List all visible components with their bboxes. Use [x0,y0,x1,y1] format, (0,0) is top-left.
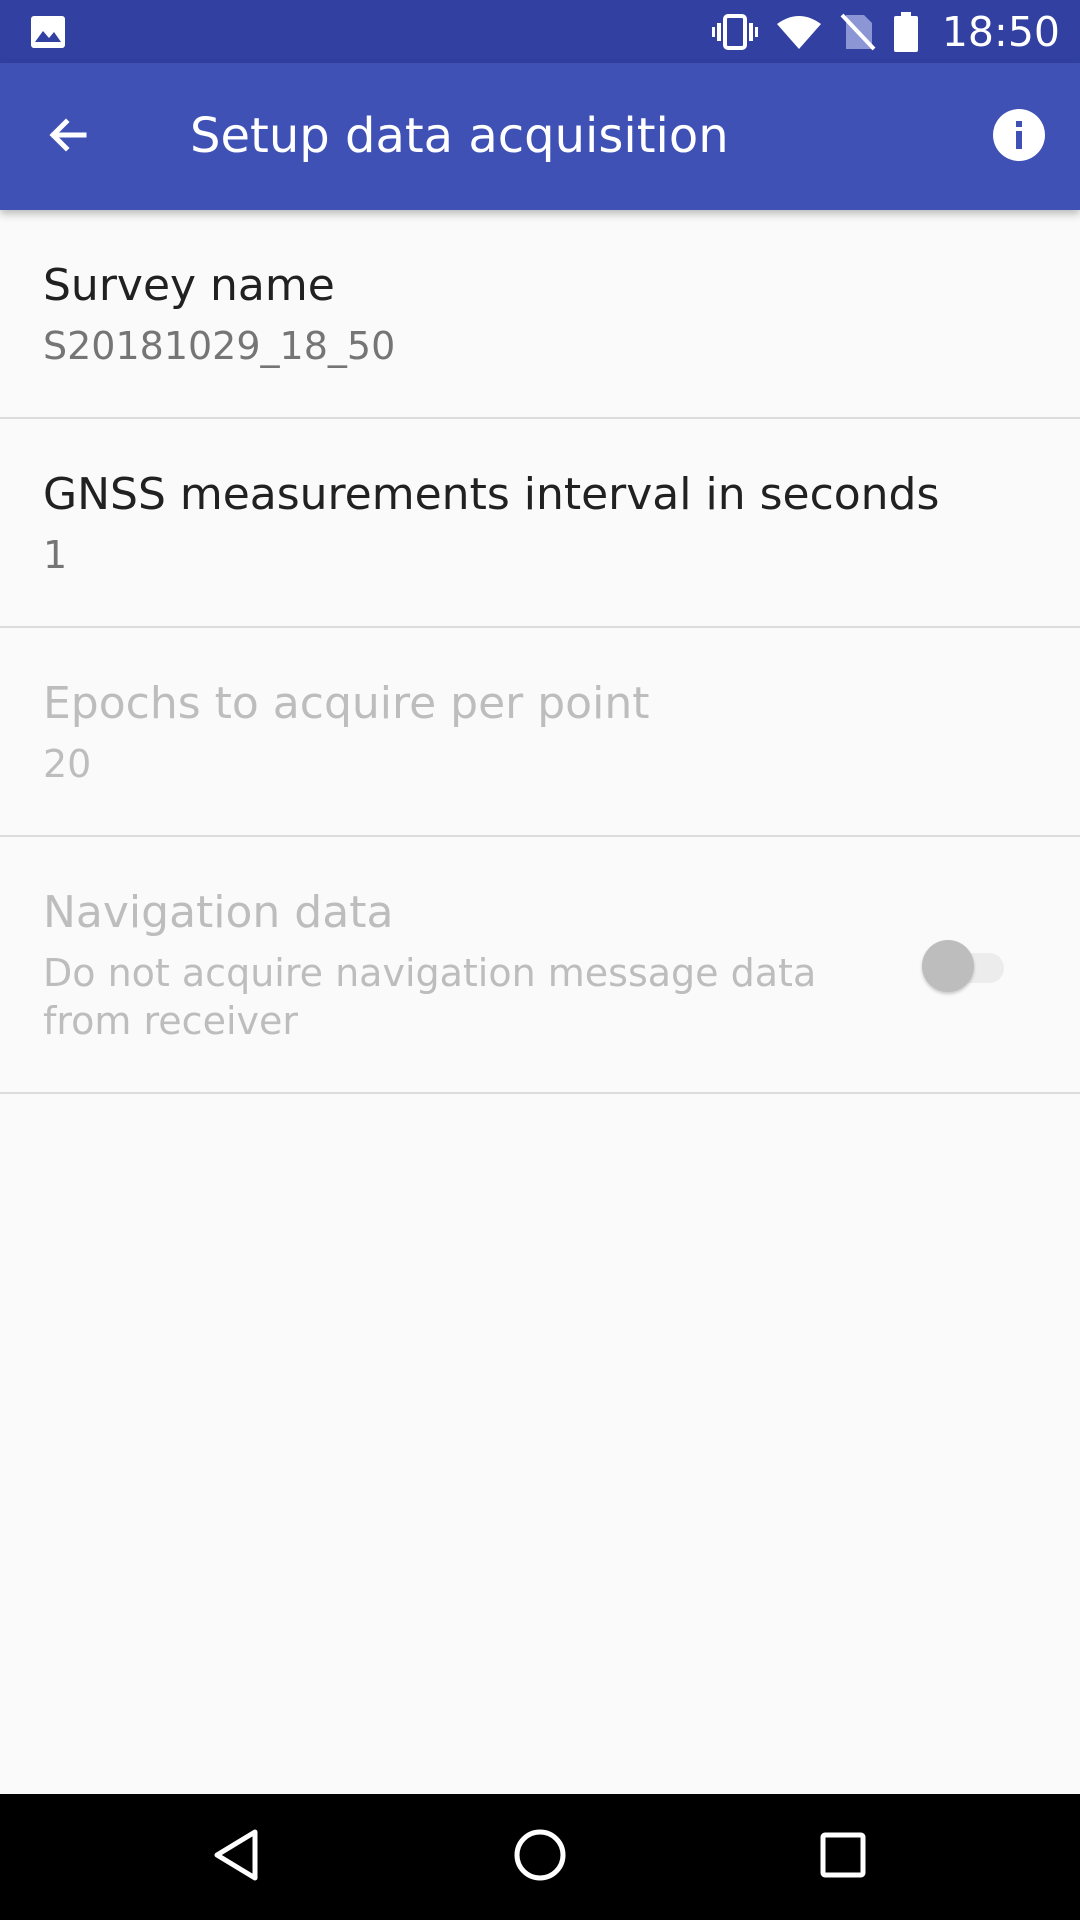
pref-title: Epochs to acquire per point [43,678,650,729]
back-button[interactable] [30,99,106,175]
image-icon [30,15,66,49]
app-bar: Setup data acquisition [0,63,1080,210]
navigation-data-switch[interactable] [922,938,1008,992]
back-triangle-icon [211,1828,261,1886]
info-button[interactable] [982,100,1056,174]
nav-back-button[interactable] [196,1817,276,1897]
nav-recents-button[interactable] [803,1817,883,1897]
page-title: Setup data acquisition [190,108,729,164]
switch-thumb [922,940,974,992]
pref-title: Navigation data [43,887,394,938]
nav-home-button[interactable] [500,1817,580,1897]
system-nav-bar [0,1794,1080,1920]
battery-icon [893,11,918,52]
pref-gnss-interval[interactable]: GNSS measurements interval in seconds 1 [0,419,1080,628]
pref-survey-name[interactable]: Survey name S20181029_18_50 [0,210,1080,419]
home-circle-icon [513,1828,567,1886]
info-icon [993,109,1045,165]
pref-epochs-per-point: Epochs to acquire per point 20 [0,628,1080,837]
pref-summary-line1: Do not acquire navigation message data [43,951,817,995]
wifi-icon [776,12,822,52]
pref-summary: 20 [43,742,92,786]
recents-square-icon [818,1830,868,1884]
vibrate-icon [711,12,758,52]
no-sim-icon [840,12,876,52]
pref-summary: S20181029_18_50 [43,324,396,368]
pref-summary: 1 [43,533,68,577]
preference-list: Survey name S20181029_18_50 GNSS measure… [0,210,1080,1094]
pref-summary-line2: from receiver [43,999,298,1043]
status-bar: 18:50 [0,0,1080,63]
status-time: 18:50 [941,7,1060,56]
pref-navigation-data: Navigation data Do not acquire navigatio… [0,837,1080,1094]
screen: 18:50 Setup data acquisition Survey name… [0,0,1080,1920]
pref-title: GNSS measurements interval in seconds [43,469,940,520]
pref-title: Survey name [43,260,335,311]
arrow-back-icon [44,111,92,163]
